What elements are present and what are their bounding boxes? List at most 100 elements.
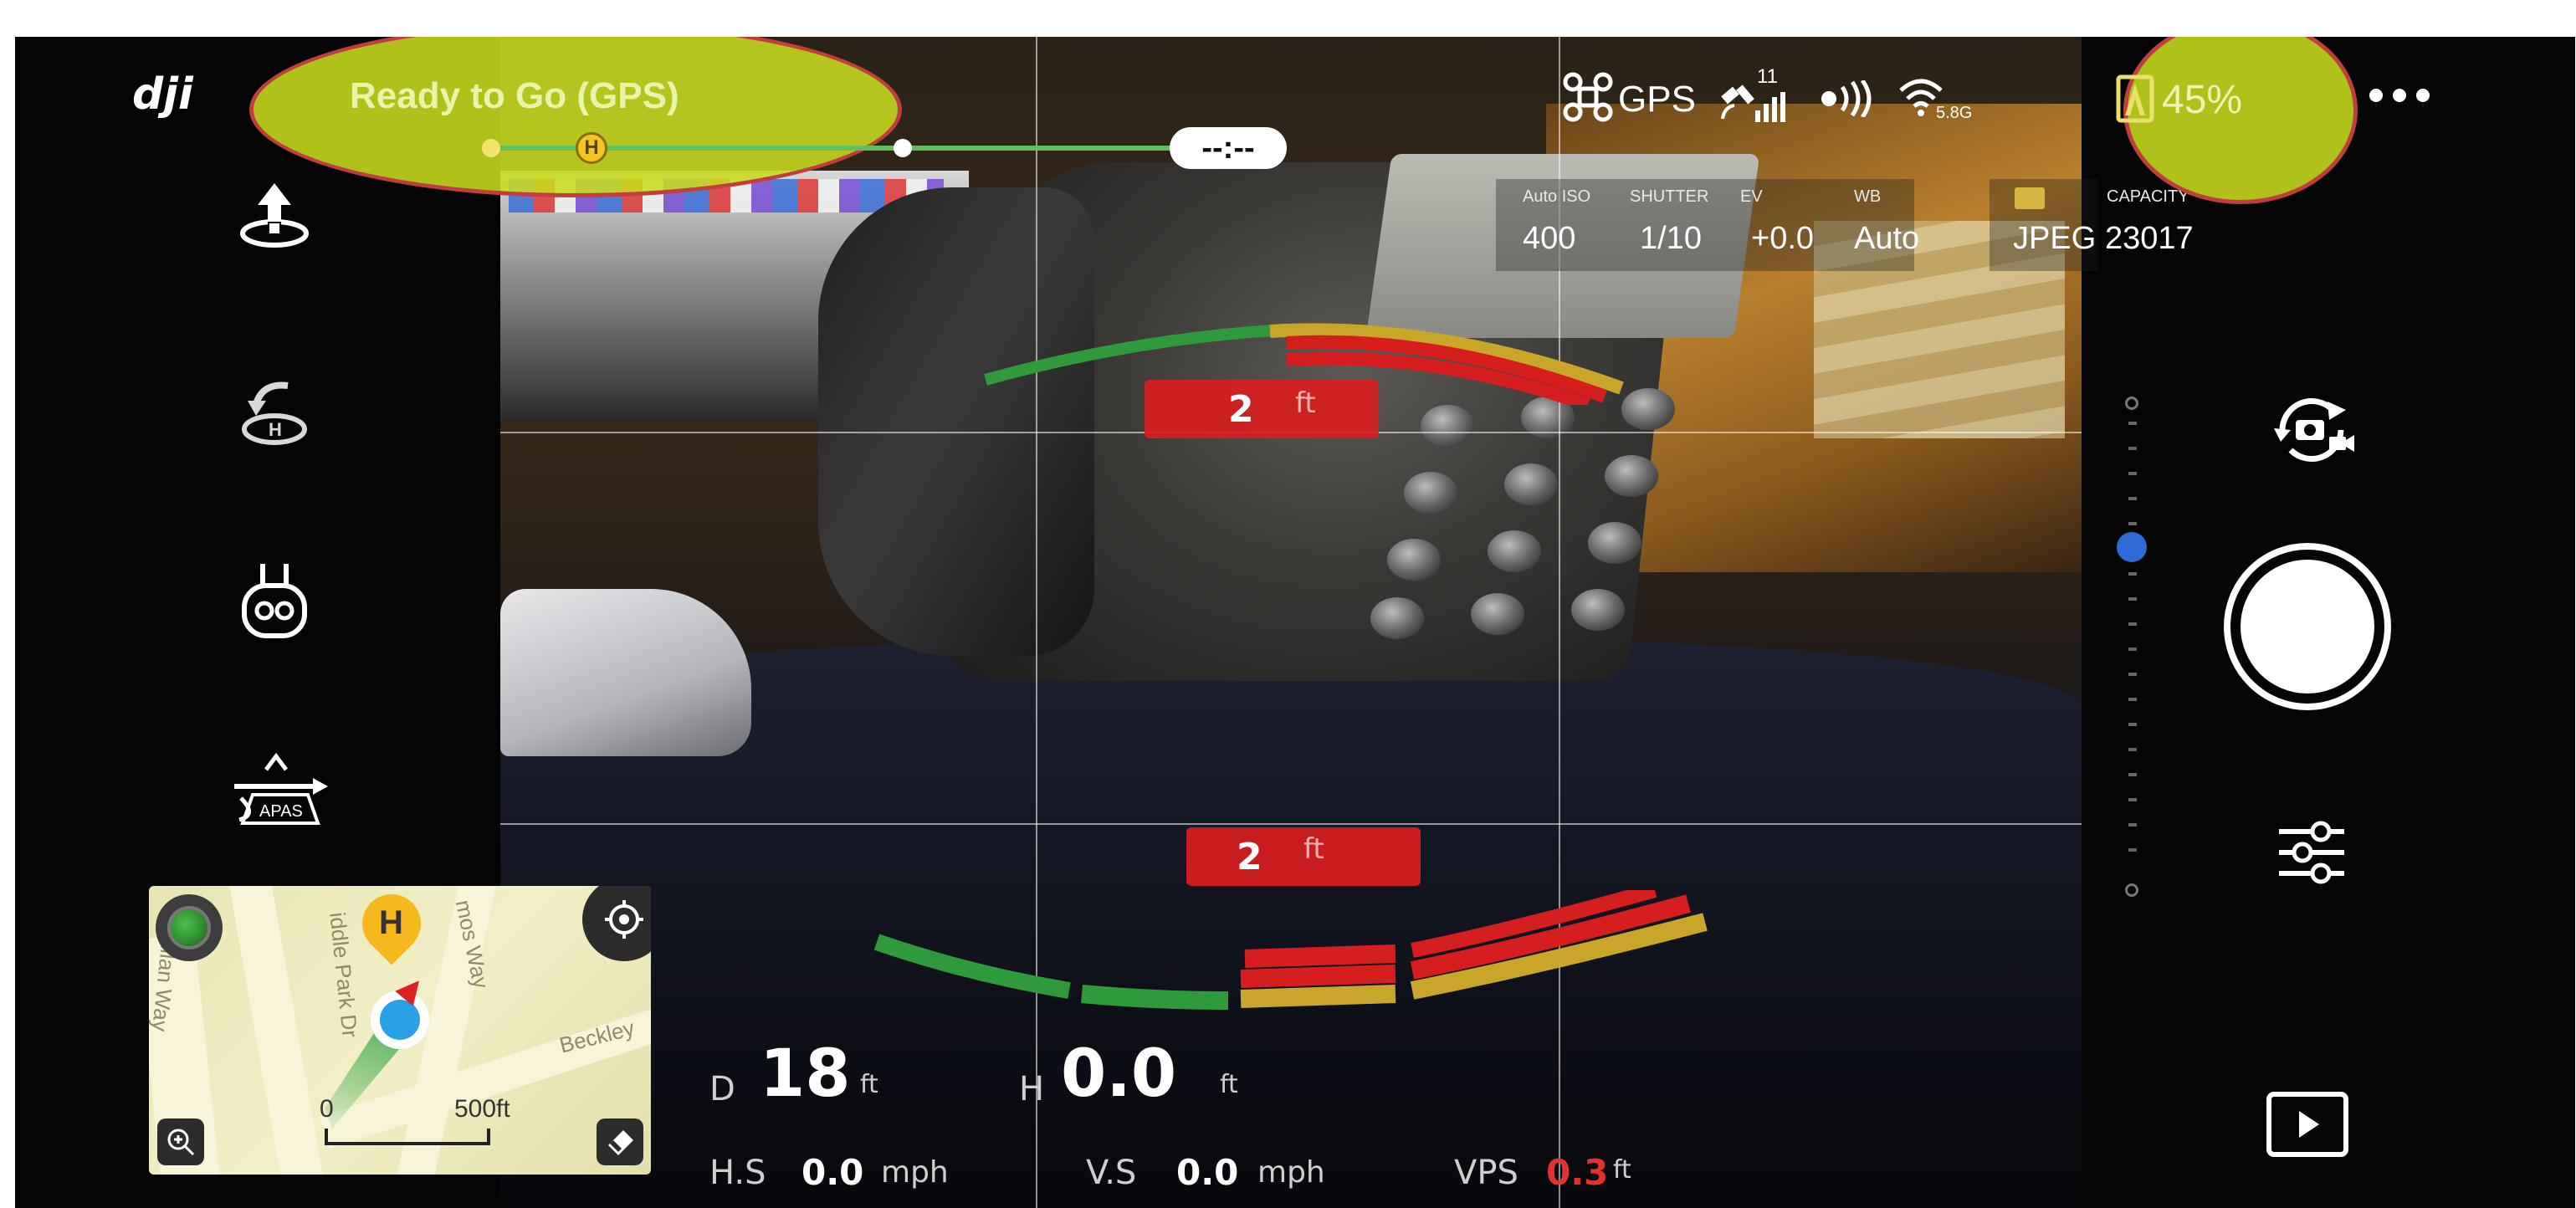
vertical-speed-unit: mph [1257, 1155, 1325, 1190]
height-value: 0.0 [1061, 1037, 1177, 1112]
more-icon [2369, 89, 2430, 102]
progress-home-letter: H [584, 136, 599, 159]
iso-label: Auto ISO [1523, 187, 1591, 206]
signal-bar [1772, 97, 1777, 122]
scale-tick [325, 1129, 328, 1145]
camera-parameters[interactable]: Auto ISO 400 SHUTTER 1/10 EV +0.0 WB Aut… [1496, 179, 2232, 305]
takeoff-icon [240, 183, 309, 248]
dji-go-screen: 2 ft 2 ft H APAS D 18 ft H 0.0 ft H.S 0.… [15, 37, 2575, 1208]
camera-switch-icon [2274, 398, 2354, 462]
apas-label: APAS [259, 802, 303, 821]
map-zoom-button[interactable] [157, 1118, 204, 1165]
lower-distance-value: 2 [1237, 836, 1262, 878]
vps-value: 0.3 [1546, 1152, 1609, 1193]
svg-text:H: H [269, 419, 282, 440]
progress-home-marker: H [576, 132, 607, 164]
gimbal-pitch-slider[interactable] [2115, 397, 2148, 898]
map-clear-button[interactable] [597, 1118, 643, 1165]
remote-controller-icon [242, 564, 307, 638]
map-scale-zero: 0 [320, 1095, 334, 1123]
aircraft-position-dot [380, 1000, 420, 1040]
feed-key [1488, 530, 1541, 572]
wifi-frequency: 5.8G [1936, 104, 1973, 122]
feed-key [1471, 593, 1524, 635]
flight-time-badge: --:-- [1170, 127, 1287, 169]
shutter-button[interactable] [2224, 543, 2391, 710]
shutter-inner [2241, 560, 2374, 694]
upper-obstacle-distance: 2 ft [1145, 380, 1379, 438]
svg-text:dji: dji [132, 72, 194, 119]
gps-signal-bars [1755, 92, 1789, 122]
signal-bar [1755, 110, 1760, 122]
distance-unit: ft [860, 1070, 878, 1099]
vps-label: VPS [1454, 1154, 1518, 1192]
signal-bar [1764, 104, 1769, 122]
dji-logo: dji [132, 72, 194, 119]
compass-icon [167, 906, 211, 950]
gps-label: GPS [1618, 79, 1696, 120]
camera-mode-switch[interactable] [2261, 380, 2362, 480]
shutter-value: 1/10 [1640, 221, 1702, 256]
minimap[interactable]: Ellan Way iddle Park Dr mos Way Beckley … [149, 886, 651, 1175]
apas-button[interactable]: APAS [224, 748, 333, 840]
wb-label: WB [1854, 187, 1882, 206]
upper-distance-unit: ft [1295, 386, 1316, 420]
more-dot [2393, 89, 2406, 102]
lower-obstacle-arc [873, 890, 1708, 1010]
battery-icon [2116, 74, 2154, 123]
remote-controller-button[interactable] [228, 555, 320, 648]
return-home-icon: H [242, 381, 307, 445]
horizontal-speed-value: 0.0 [801, 1152, 864, 1193]
height-unit: ft [1220, 1070, 1238, 1099]
format-value: JPEG [2013, 221, 2097, 256]
wb-value: Auto [1854, 221, 1920, 256]
capacity-label: CAPACITY [2107, 187, 2189, 206]
scale-line [325, 1142, 490, 1145]
slider-top-endpoint [2125, 397, 2138, 410]
sd-card-icon [2015, 187, 2045, 209]
return-home-button[interactable]: H [228, 363, 320, 455]
ev-label: EV [1740, 187, 1763, 206]
playback-icon [2266, 1092, 2348, 1157]
scale-tick [487, 1129, 490, 1145]
map-orientation-button[interactable] [156, 894, 223, 961]
feed-key [1387, 539, 1441, 581]
more-button[interactable] [2358, 79, 2441, 112]
progress-mid-dot [894, 139, 912, 157]
more-dot [2369, 89, 2383, 102]
grid-line [500, 823, 2082, 825]
feed-key [1588, 522, 1641, 564]
satellite-count: 11 [1757, 65, 1778, 88]
home-point-pin: H [350, 886, 433, 978]
feed-key [1421, 405, 1474, 447]
lower-obstacle-distance: 2 ft [1186, 827, 1421, 886]
camera-settings-icon [2279, 821, 2344, 884]
map-locate-button[interactable] [582, 886, 651, 961]
slider-ticks [2128, 422, 2137, 873]
telemetry-panel: D 18 ft H 0.0 ft H.S 0.0 mph V.S 0.0 mph… [701, 1037, 1789, 1204]
eraser-icon [608, 1130, 633, 1155]
camera-settings-button[interactable] [2266, 806, 2358, 898]
capacity-value: 23017 [2105, 221, 2194, 256]
feed-key [1605, 455, 1658, 497]
apas-icon: APAS [234, 752, 328, 825]
lower-distance-unit: ft [1303, 832, 1324, 866]
playback-button[interactable] [2261, 1083, 2353, 1166]
slider-handle[interactable] [2117, 532, 2147, 562]
vertical-speed-label: V.S [1086, 1154, 1137, 1192]
feed-key [1370, 597, 1424, 639]
home-pin-letter: H [379, 904, 403, 941]
map-road [227, 886, 330, 1175]
feed-object [500, 589, 751, 756]
slider-bottom-endpoint [2125, 883, 2138, 897]
crosshair-icon [605, 900, 643, 939]
iso-value: 400 [1523, 221, 1576, 256]
feed-key [1571, 589, 1625, 631]
rc-signal-icon [1821, 80, 1872, 117]
battery-percentage[interactable]: 45% [2162, 77, 2242, 123]
flight-status[interactable]: Ready to Go (GPS) [350, 75, 679, 117]
aircraft-position [371, 990, 429, 1049]
feed-key [1504, 463, 1558, 505]
takeoff-button[interactable] [228, 171, 320, 263]
map-scale-max: 500ft [454, 1095, 510, 1123]
